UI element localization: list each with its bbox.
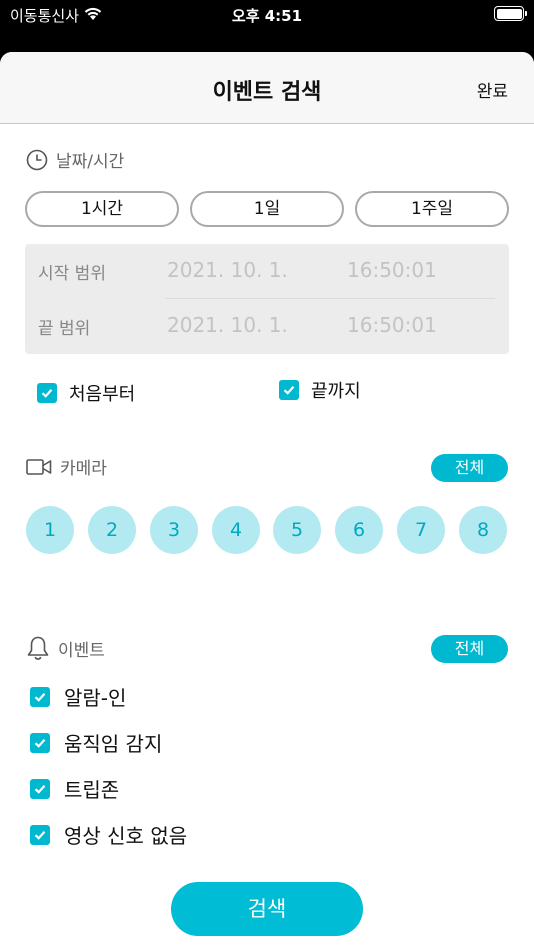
- start-range-row[interactable]: 시작 범위 2021. 10. 1. 16:50:01: [25, 244, 509, 298]
- from-beginning-checkbox[interactable]: 처음부터: [37, 380, 135, 406]
- camera-channel-5[interactable]: 5: [273, 506, 321, 554]
- camera-channel-2[interactable]: 2: [88, 506, 136, 554]
- preset-1-day-button[interactable]: 1일: [190, 191, 344, 227]
- start-date-field[interactable]: 2021. 10. 1.: [167, 258, 288, 282]
- event-search-sheet: 이벤트 검색 완료 날짜/시간 1시간 1일 1주일 시작 범위 2021. 1…: [0, 52, 534, 950]
- checkmark-icon: [279, 380, 299, 400]
- clock-icon: [26, 149, 48, 170]
- bell-icon: [27, 636, 49, 660]
- checkmark-icon: [30, 824, 50, 845]
- to-end-label: 끝까지: [311, 381, 361, 402]
- checkmark-icon: [37, 383, 57, 403]
- video-camera-icon: [26, 458, 52, 475]
- camera-select-all-button[interactable]: 전체: [431, 454, 508, 482]
- start-time-field[interactable]: 16:50:01: [347, 258, 437, 282]
- end-range-row[interactable]: 끝 범위 2021. 10. 1. 16:50:01: [25, 299, 509, 353]
- camera-section-header: 카메라: [26, 454, 107, 479]
- preset-1-week-button[interactable]: 1주일: [355, 191, 509, 227]
- clock-label: 오후 4:51: [231, 7, 303, 25]
- event-section-header: 이벤트: [26, 635, 105, 661]
- event-item-alarm-in[interactable]: 알람-인: [30, 682, 126, 711]
- camera-channel-1[interactable]: 1: [26, 506, 74, 554]
- camera-section-label: 카메라: [60, 459, 107, 479]
- camera-channel-4[interactable]: 4: [212, 506, 260, 554]
- camera-channel-8[interactable]: 8: [459, 506, 507, 554]
- event-item-label: 알람-인: [64, 686, 127, 710]
- done-button[interactable]: 완료: [477, 77, 508, 102]
- datetime-section-header: 날짜/시간: [26, 147, 124, 172]
- datetime-section-label: 날짜/시간: [56, 152, 125, 172]
- status-bar: 이동통신사 오후 4:51: [0, 0, 534, 52]
- event-item-video-loss[interactable]: 영상 신호 없음: [30, 820, 187, 849]
- end-time-field[interactable]: 16:50:01: [347, 313, 437, 337]
- checkmark-icon: [30, 778, 50, 799]
- event-item-motion-detection[interactable]: 움직임 감지: [30, 728, 162, 757]
- checkmark-icon: [30, 686, 50, 707]
- page-title: 이벤트 검색: [212, 80, 322, 105]
- nav-bar: 이벤트 검색 완료: [0, 52, 534, 124]
- end-date-field[interactable]: 2021. 10. 1.: [167, 313, 288, 337]
- event-item-label: 트립존: [64, 778, 120, 802]
- event-section-label: 이벤트: [58, 640, 105, 661]
- event-item-label: 움직임 감지: [64, 732, 163, 756]
- camera-channel-3[interactable]: 3: [150, 506, 198, 554]
- preset-1-hour-button[interactable]: 1시간: [25, 191, 179, 227]
- camera-channel-7[interactable]: 7: [397, 506, 445, 554]
- end-range-label: 끝 범위: [38, 319, 91, 339]
- from-beginning-label: 처음부터: [69, 384, 136, 405]
- to-end-checkbox[interactable]: 끝까지: [279, 377, 361, 403]
- time-range-box: 시작 범위 2021. 10. 1. 16:50:01 끝 범위 2021. 1…: [25, 244, 509, 354]
- battery-icon: [494, 6, 527, 21]
- event-select-all-button[interactable]: 전체: [431, 635, 508, 663]
- event-item-tripzone[interactable]: 트립존: [30, 774, 119, 803]
- start-range-label: 시작 범위: [38, 264, 106, 284]
- search-button[interactable]: 검색: [171, 882, 363, 936]
- checkmark-icon: [30, 732, 50, 753]
- event-item-label: 영상 신호 없음: [64, 824, 188, 848]
- camera-channel-6[interactable]: 6: [335, 506, 383, 554]
